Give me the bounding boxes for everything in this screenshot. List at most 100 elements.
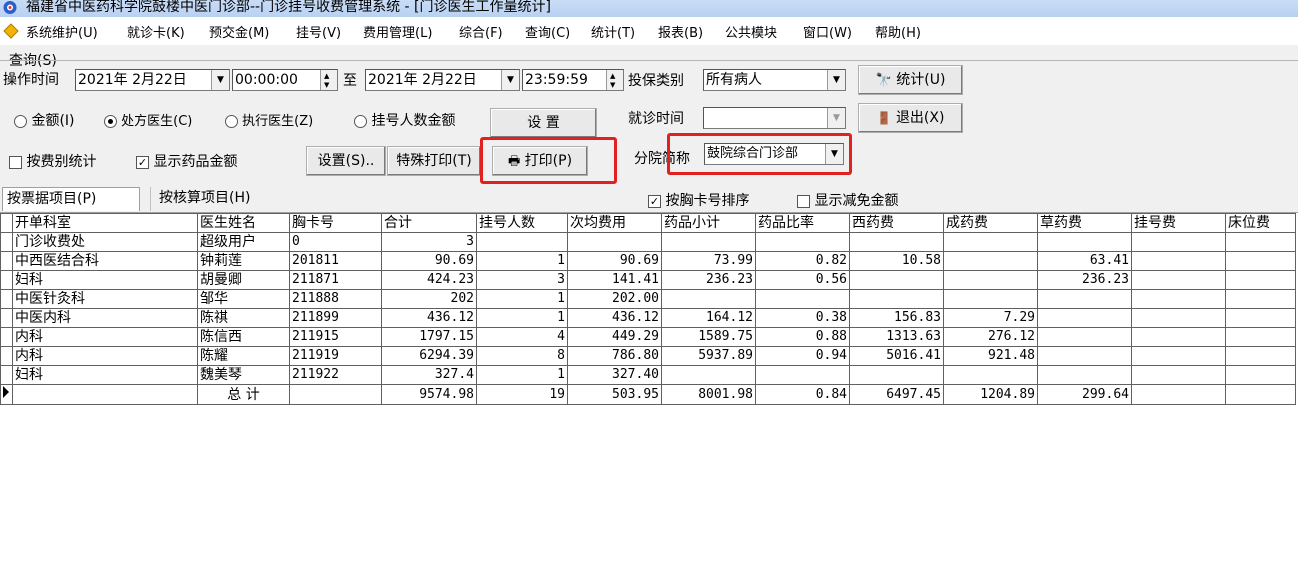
chk-by-fee[interactable]: 按费别统计	[9, 151, 96, 171]
col-header-reg-fee[interactable]: 挂号费	[1131, 213, 1226, 233]
table-cell[interactable]: 0.82	[755, 251, 850, 271]
table-cell[interactable]	[849, 365, 944, 385]
row-indicator[interactable]	[0, 270, 13, 290]
table-cell[interactable]: 中医内科	[12, 308, 198, 328]
table-cell[interactable]: 63.41	[1037, 251, 1132, 271]
table-cell[interactable]	[1131, 327, 1226, 347]
col-header-total[interactable]: 合计	[381, 213, 477, 233]
table-cell[interactable]	[661, 232, 756, 252]
table-cell[interactable]	[1131, 346, 1226, 366]
menu-window[interactable]: 窗口(W)	[803, 22, 852, 41]
table-cell[interactable]	[1225, 365, 1296, 385]
table-cell[interactable]: 156.83	[849, 308, 944, 328]
table-cell[interactable]: 4	[476, 327, 568, 347]
table-cell[interactable]: 5016.41	[849, 346, 944, 366]
table-cell[interactable]	[943, 251, 1038, 271]
table-cell[interactable]: 7.29	[943, 308, 1038, 328]
table-cell[interactable]: 0.84	[755, 384, 850, 405]
dropdown-arrow-icon[interactable]: ▼	[211, 70, 229, 90]
chk-sort-by-card[interactable]: ✓ 按胸卡号排序	[648, 190, 749, 210]
current-row-indicator-icon[interactable]	[0, 384, 13, 405]
table-cell[interactable]: 0	[289, 232, 382, 252]
spinner-icon[interactable]: ▲ ▼	[320, 70, 337, 90]
dropdown-arrow-icon[interactable]: ▼	[501, 70, 519, 90]
end-date-picker[interactable]: 2021年 2月22日 ▼	[365, 69, 520, 91]
table-row[interactable]: 中医内科 陈祺 211899 436.12 1 436.12 164.12 0.38 156.8…	[0, 308, 1296, 328]
table-cell[interactable]: 786.80	[567, 346, 662, 366]
table-row[interactable]: 妇科 魏美琴 211922 327.4 1 327.40	[0, 365, 1296, 385]
table-cell[interactable]: 陈信西	[197, 327, 290, 347]
col-header-drug-subtotal[interactable]: 药品小计	[661, 213, 756, 233]
table-cell[interactable]: 内科	[12, 327, 198, 347]
table-cell[interactable]: 超级用户	[197, 232, 290, 252]
visit-time-select[interactable]: ▼	[703, 107, 846, 129]
table-cell[interactable]	[1037, 289, 1132, 309]
row-indicator[interactable]	[0, 346, 13, 366]
col-header-herbal[interactable]: 草药费	[1037, 213, 1132, 233]
table-cell[interactable]: 妇科	[12, 365, 198, 385]
table-cell[interactable]: 8	[476, 346, 568, 366]
print-button[interactable]: 🖶 打印(P)	[492, 146, 588, 176]
menu-help[interactable]: 帮助(H)	[875, 22, 921, 41]
table-cell[interactable]: 中医针灸科	[12, 289, 198, 309]
table-cell[interactable]: 327.4	[381, 365, 477, 385]
col-header-patent[interactable]: 成药费	[943, 213, 1038, 233]
table-cell[interactable]: 0.88	[755, 327, 850, 347]
dropdown-arrow-icon[interactable]: ▼	[825, 144, 843, 164]
spinner-icon[interactable]: ▲ ▼	[606, 70, 623, 90]
table-cell[interactable]	[661, 289, 756, 309]
row-indicator[interactable]	[0, 232, 13, 252]
menu-card[interactable]: 就诊卡(K)	[127, 22, 185, 41]
chk-show-drug[interactable]: ✓ 显示药品金额	[136, 151, 237, 171]
branch-select[interactable]: 鼓院综合门诊部 ▼	[704, 143, 844, 165]
table-row[interactable]: 中医针灸科 邹华 211888 202 1 202.00	[0, 289, 1296, 309]
table-row[interactable]: 内科 陈信西 211915 1797.15 4 449.29 1589.75 0.88 1313…	[0, 327, 1296, 347]
table-cell[interactable]: 中西医结合科	[12, 251, 198, 271]
table-cell[interactable]: 299.64	[1037, 384, 1132, 405]
start-date-picker[interactable]: 2021年 2月22日 ▼	[75, 69, 230, 91]
table-cell[interactable]: 436.12	[567, 308, 662, 328]
table-cell[interactable]: 424.23	[381, 270, 477, 290]
table-cell[interactable]	[755, 365, 850, 385]
table-cell[interactable]	[1225, 384, 1296, 405]
table-cell[interactable]	[849, 270, 944, 290]
table-cell[interactable]	[661, 365, 756, 385]
table-cell[interactable]: 妇科	[12, 270, 198, 290]
settings-button[interactable]: 设置(S)..	[306, 146, 386, 176]
table-cell[interactable]	[1131, 289, 1226, 309]
table-cell[interactable]: 门诊收费处	[12, 232, 198, 252]
table-cell[interactable]	[1131, 384, 1226, 405]
table-cell[interactable]	[476, 232, 568, 252]
col-header-reg-count[interactable]: 挂号人数	[476, 213, 568, 233]
table-cell[interactable]: 164.12	[661, 308, 756, 328]
table-cell[interactable]	[1037, 232, 1132, 252]
table-cell[interactable]: 陈祺	[197, 308, 290, 328]
menu-stats[interactable]: 统计(T)	[591, 22, 635, 41]
table-cell[interactable]: 327.40	[567, 365, 662, 385]
menu-report[interactable]: 报表(B)	[658, 22, 703, 41]
table-cell[interactable]: 内科	[12, 346, 198, 366]
end-time-field[interactable]: 23:59:59 ▲ ▼	[522, 69, 624, 91]
table-cell[interactable]	[1225, 270, 1296, 290]
table-cell[interactable]: 3	[476, 270, 568, 290]
table-cell[interactable]: 钟莉莲	[197, 251, 290, 271]
radio-amount[interactable]: 金额(I)	[14, 110, 75, 130]
table-cell[interactable]: 211871	[289, 270, 382, 290]
menu-query[interactable]: 查询(C)	[525, 22, 570, 41]
row-indicator[interactable]	[0, 251, 13, 271]
total-row[interactable]: 总 计 9574.98 19 503.95 8001.98 0.84 6497.45 1204…	[0, 384, 1296, 405]
table-cell[interactable]: 211899	[289, 308, 382, 328]
table-cell[interactable]: 19	[476, 384, 568, 405]
table-cell[interactable]: 1589.75	[661, 327, 756, 347]
table-cell[interactable]: 0.38	[755, 308, 850, 328]
col-header-drug-ratio[interactable]: 药品比率	[755, 213, 850, 233]
table-cell[interactable]	[1225, 308, 1296, 328]
col-header-avg-cost[interactable]: 次均费用	[567, 213, 662, 233]
col-header-dept[interactable]: 开单科室	[12, 213, 198, 233]
table-cell[interactable]	[1225, 346, 1296, 366]
menu-fee[interactable]: 费用管理(L)	[363, 22, 432, 41]
exit-button[interactable]: 🚪 退出(X)	[858, 103, 963, 133]
table-cell[interactable]	[943, 232, 1038, 252]
data-grid[interactable]: 开单科室 医生姓名 胸卡号 合计 挂号人数 次均费用 药品小计 药品比率 西药费…	[0, 213, 1296, 405]
table-cell[interactable]: 1	[476, 251, 568, 271]
